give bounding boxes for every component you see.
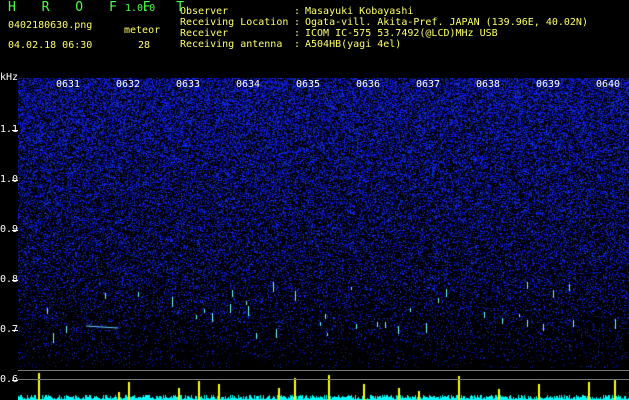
location-label: Receiving Location bbox=[180, 17, 289, 28]
separator: : bbox=[294, 17, 301, 28]
receiver-value: ICOM IC-575 53.7492(@LCD)MHz USB bbox=[305, 28, 498, 39]
spectrogram bbox=[18, 78, 629, 400]
app-title: H R O F F T bbox=[8, 0, 194, 15]
x-tick-label: 0631 bbox=[56, 79, 81, 90]
x-tick-label: 0637 bbox=[416, 79, 441, 90]
app-version: 1.0.0 bbox=[125, 3, 156, 14]
x-tick-label: 0635 bbox=[296, 79, 321, 90]
threshold-line bbox=[18, 370, 629, 371]
y-axis-unit: kHz bbox=[0, 72, 19, 83]
separator: : bbox=[294, 6, 301, 17]
x-tick-label: 0640 bbox=[596, 79, 621, 90]
meteor-label: meteor bbox=[124, 25, 161, 36]
header-panel: H R O F F T 1.0.0 0402180630.png meteor … bbox=[0, 0, 629, 78]
meteor-count: 28 bbox=[138, 40, 151, 51]
antenna-value: A504HB(yagi 4el) bbox=[305, 39, 402, 50]
date-time: 04.02.18 06:30 bbox=[8, 40, 93, 51]
x-tick-label: 0633 bbox=[176, 79, 201, 90]
x-tick-label: 0639 bbox=[536, 79, 561, 90]
separator: : bbox=[294, 28, 301, 39]
receiver-label: Receiver bbox=[180, 28, 229, 39]
x-tick-label: 0634 bbox=[236, 79, 261, 90]
threshold-line bbox=[18, 379, 629, 380]
observer-label: Observer bbox=[180, 6, 229, 17]
antenna-label: Receiving antenna bbox=[180, 39, 283, 50]
separator: : bbox=[294, 39, 301, 50]
x-tick-label: 0638 bbox=[476, 79, 501, 90]
observer-value: Masayuki Kobayashi bbox=[305, 6, 414, 17]
location-value: Ogata-vill. Akita-Pref. JAPAN (139.96E, … bbox=[305, 17, 588, 28]
x-tick-label: 0632 bbox=[116, 79, 141, 90]
x-tick-label: 0636 bbox=[356, 79, 381, 90]
file-name: 0402180630.png bbox=[8, 20, 93, 31]
